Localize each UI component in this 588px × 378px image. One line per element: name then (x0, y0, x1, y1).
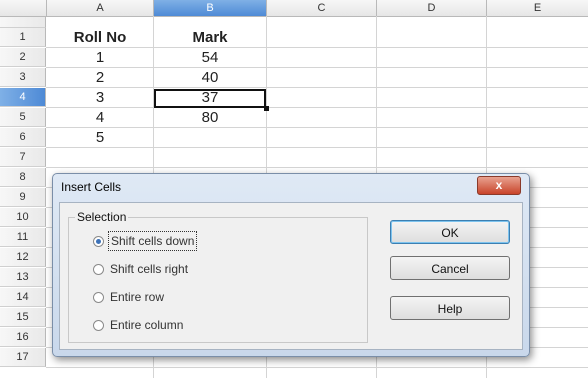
close-button[interactable]: x (477, 176, 521, 195)
close-icon: x (495, 178, 503, 192)
cell-a1[interactable]: Roll No (47, 28, 153, 47)
cell-b3[interactable]: 40 (154, 68, 266, 87)
radio-icon[interactable] (93, 264, 104, 275)
cell-a3[interactable]: 2 (47, 68, 153, 87)
option-label: Entire row (110, 290, 165, 304)
cell-a4[interactable]: 3 (47, 88, 153, 107)
radio-icon[interactable] (93, 320, 104, 331)
row-header-11[interactable]: 11 (0, 228, 46, 247)
column-header-bar: A B C D E (0, 0, 588, 17)
column-header-b[interactable]: B (154, 0, 267, 16)
ok-button[interactable]: OK (390, 220, 510, 244)
cell-b1[interactable]: Mark (154, 28, 266, 47)
cell-a6[interactable]: 5 (47, 128, 153, 147)
row-header-16[interactable]: 16 (0, 328, 46, 347)
row-header-17[interactable]: 17 (0, 348, 46, 367)
insert-cells-dialog: Insert Cells x Selection Shift cells dow… (52, 173, 530, 357)
selection-group: Selection Shift cells down Shift cells r… (68, 210, 368, 343)
row-header-2[interactable]: 2 (0, 48, 46, 67)
row-header-8[interactable]: 8 (0, 168, 46, 187)
selection-group-label: Selection (75, 210, 129, 224)
cancel-button[interactable]: Cancel (390, 256, 510, 280)
row-header-15[interactable]: 15 (0, 308, 46, 327)
cell-a2[interactable]: 1 (47, 48, 153, 67)
row-header-3[interactable]: 3 (0, 68, 46, 87)
row-header-14[interactable]: 14 (0, 288, 46, 307)
gridline (46, 167, 588, 168)
gridline (46, 367, 588, 368)
cell-b5[interactable]: 80 (154, 108, 266, 127)
radio-icon[interactable] (93, 292, 104, 303)
cell-a5[interactable]: 4 (47, 108, 153, 127)
row-header-5[interactable]: 5 (0, 108, 46, 127)
fill-handle[interactable] (264, 106, 269, 111)
row-header-12[interactable]: 12 (0, 248, 46, 267)
row-header-9[interactable]: 9 (0, 188, 46, 207)
select-all-corner[interactable] (0, 0, 47, 16)
option-label: Shift cells right (110, 262, 189, 276)
column-header-c[interactable]: C (267, 0, 377, 16)
active-cell-cursor (154, 89, 266, 108)
column-header-e[interactable]: E (487, 0, 588, 16)
row-header-1[interactable]: 1 (0, 28, 46, 47)
row-header-6[interactable]: 6 (0, 128, 46, 147)
row-header-13[interactable]: 13 (0, 268, 46, 287)
cell-b2[interactable]: 54 (154, 48, 266, 67)
column-header-a[interactable]: A (47, 0, 154, 16)
row-header-spacer (0, 17, 46, 28)
dialog-title: Insert Cells (61, 180, 122, 194)
option-label: Entire column (110, 318, 184, 332)
row-header-7[interactable]: 7 (0, 148, 46, 167)
dialog-content: Selection Shift cells down Shift cells r… (59, 202, 523, 350)
gridline (46, 147, 588, 148)
help-button[interactable]: Help (390, 296, 510, 320)
option-label: Shift cells down (108, 231, 198, 251)
radio-selected-icon[interactable] (93, 236, 104, 247)
column-header-d[interactable]: D (377, 0, 487, 16)
row-header-10[interactable]: 10 (0, 208, 46, 227)
row-header-4[interactable]: 4 (0, 88, 46, 107)
